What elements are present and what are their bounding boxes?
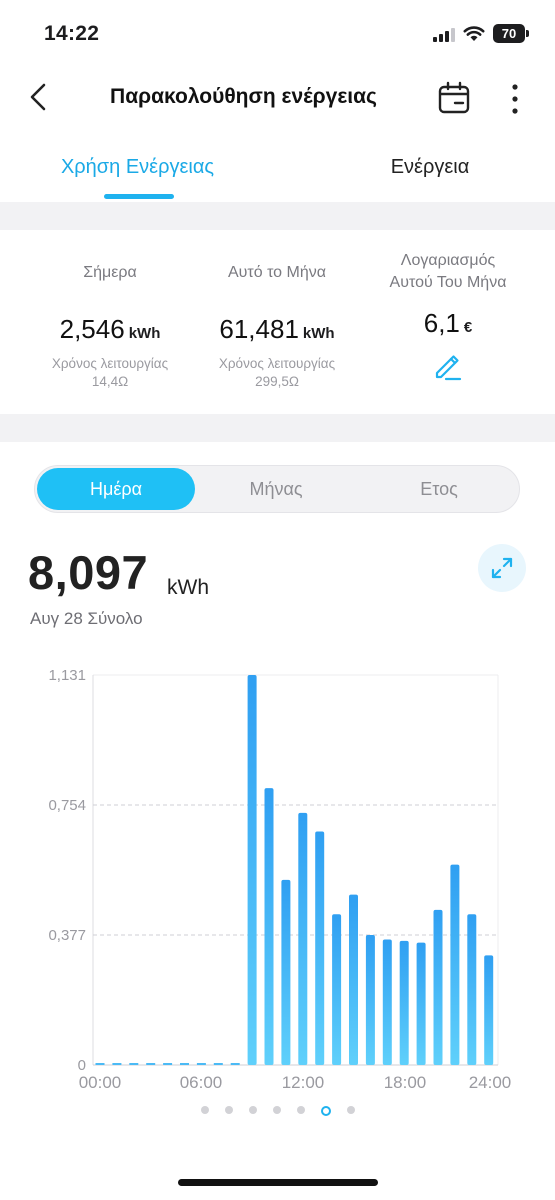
tab-energy[interactable]: Ενέργεια [330,156,530,179]
y-tick-label: 0 [78,1057,86,1074]
home-indicator [178,1179,378,1186]
summary-month: Αυτό το Μήνα 61,481 kWh Χρόνος λειτουργία… [197,250,357,391]
energy-bar-chart: 1,131 0,754 0,377 000:00 06:00 12:00 18:00 24:0… [48,667,512,1092]
bar-06[interactable] [196,1063,206,1065]
bar-08[interactable] [230,1063,240,1065]
bar-19[interactable] [416,942,426,1065]
month-energy: 61,481 kWh [197,314,357,345]
bar-23[interactable] [484,955,494,1065]
bar-02[interactable] [129,1063,139,1065]
period-year-option[interactable]: Ετος [360,479,518,500]
section-divider [0,414,555,442]
today-runtime: 14,4Ω [91,374,129,389]
bar-17[interactable] [382,939,392,1065]
bar-22[interactable] [467,914,477,1065]
chart-pager [0,1106,555,1116]
bar-18[interactable] [399,940,409,1065]
bar-10[interactable] [264,788,274,1065]
x-tick-label: 00:00 [79,1073,122,1092]
pager-dot[interactable] [248,1106,257,1114]
x-tick-label: 24:00 [469,1073,512,1092]
section-divider [0,202,555,230]
month-unit: kWh [302,325,335,342]
total-value: 8,097 [28,546,149,599]
back-arrow-icon[interactable] [24,82,54,112]
battery-level: 70 [493,24,525,43]
pager-dot[interactable] [200,1106,209,1114]
period-month-option[interactable]: Μήνας [197,479,355,500]
today-energy: 2,546 kWh [30,314,190,345]
edit-pencil-icon[interactable] [433,351,463,381]
month-runtime-label: Χρόνος λειτουργίας [218,356,336,371]
bill-amount: 6,1 € [368,308,528,339]
today-runtime-label: Χρόνος λειτουργίας [51,356,169,371]
bill-label-line2: Αυτού Του Μήνα [389,274,507,291]
bar-00[interactable] [95,1063,105,1065]
pager-dot[interactable] [296,1106,305,1114]
x-tick-label: 18:00 [384,1073,427,1092]
bar-16[interactable] [365,935,375,1065]
pager-dot[interactable] [346,1106,355,1114]
page-title: Παρακολούθηση ενέργειας [110,85,377,108]
y-tick-label: 0,754 [48,797,86,814]
battery-icon: 70 [493,24,529,43]
total-caption: Αυγ 28 Σύνολο [30,609,143,628]
summary-bill: Λογαριασμός Αυτού Του Μήνα 6,1 € [368,250,528,386]
calendar-icon[interactable] [436,80,472,116]
total-unit: kWh [167,576,209,599]
bar-07[interactable] [213,1063,223,1065]
bar-21[interactable] [450,864,460,1065]
expand-icon [491,557,513,579]
y-tick-label: 1,131 [48,667,86,684]
bar-13[interactable] [315,831,325,1065]
bar-04[interactable] [163,1063,173,1065]
y-tick-label: 0,377 [48,927,86,944]
bill-value: 6,1 [423,308,460,338]
wifi-icon [463,25,485,41]
month-label: Αυτό το Μήνα [228,264,326,281]
summary-today: Σήμερα 2,546 kWh Χρόνος λειτουργίας 14,4Ω [30,250,190,391]
status-time: 14:22 [44,22,100,45]
today-unit: kWh [128,325,161,342]
x-tick-label: 12:00 [282,1073,325,1092]
month-value: 61,481 [219,314,299,344]
bar-05[interactable] [180,1063,189,1065]
period-day-option[interactable]: Ημέρα [37,479,195,500]
tab-energy-usage[interactable]: Χρήση Ενέργειας [40,156,235,179]
bar-14[interactable] [332,914,342,1065]
pager-dot[interactable] [224,1106,233,1114]
pager-dot[interactable] [320,1106,331,1116]
bill-label-line1: Λογαριασμός [400,252,496,269]
bill-unit: € [463,319,473,336]
cellular-signal-icon [433,26,455,42]
more-options-icon[interactable] [503,82,527,116]
pager-dot[interactable] [272,1106,281,1114]
today-label: Σήμερα [83,264,137,281]
bar-09[interactable] [247,675,257,1065]
bar-03[interactable] [146,1063,156,1065]
x-tick-label: 06:00 [180,1073,223,1092]
bar-15[interactable] [349,894,358,1065]
bar-20[interactable] [433,909,443,1065]
bar-12[interactable] [298,812,308,1065]
expand-chart-button[interactable] [478,544,526,592]
bar-11[interactable] [281,879,291,1065]
active-tab-indicator [104,194,174,199]
today-value: 2,546 [59,314,125,344]
bar-01[interactable] [112,1063,122,1065]
status-icons: 70 [433,24,529,43]
month-runtime: 299,5Ω [255,374,299,389]
